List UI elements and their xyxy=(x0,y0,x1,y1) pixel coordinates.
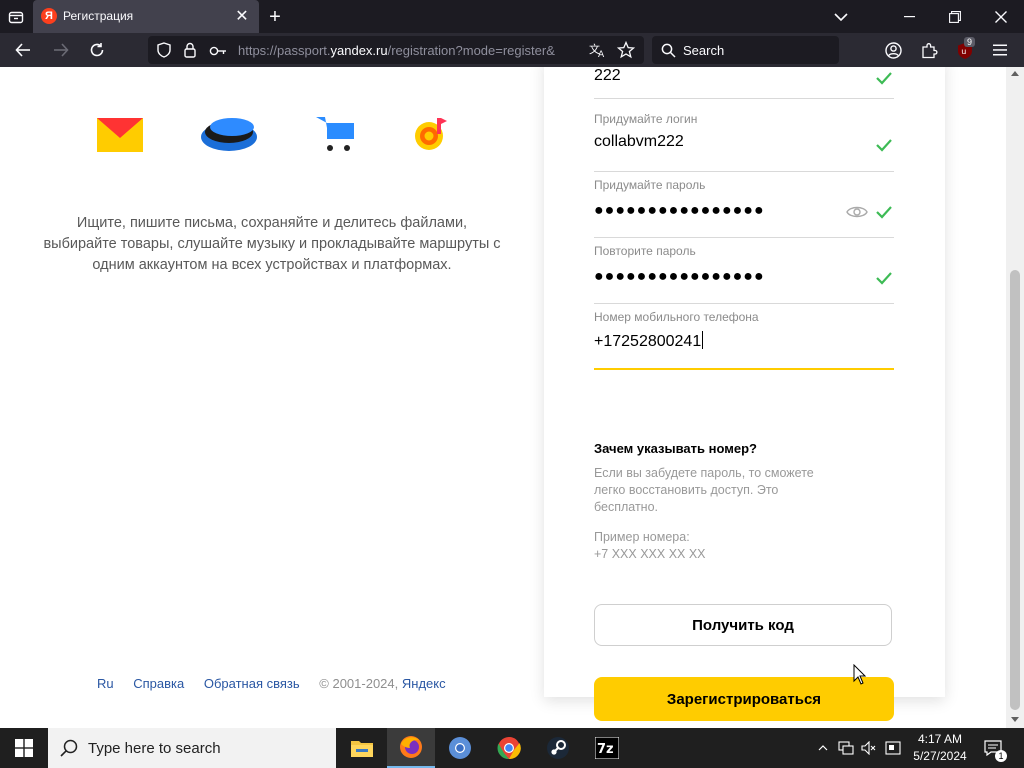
lastname-field[interactable]: 222 xyxy=(594,67,894,99)
svg-text:7z: 7z xyxy=(597,742,614,757)
phone-help-text: Если вы забудете пароль, то сможете легк… xyxy=(594,466,814,514)
password-repeat-field[interactable]: Повторите пароль ●●●●●●●●●●●●●●●● xyxy=(594,244,894,304)
phone-example-label: Пример номера: xyxy=(594,530,690,544)
yandex-music-icon xyxy=(414,115,448,156)
phone-example-value: +7 XXX XXX XX XX xyxy=(594,547,706,561)
reload-icon[interactable] xyxy=(86,39,108,61)
register-button[interactable]: Зарегистрироваться xyxy=(594,677,894,721)
lastname-value[interactable]: 222 xyxy=(594,67,621,85)
chromium-taskbar-icon[interactable] xyxy=(436,728,484,768)
ublock-origin-icon[interactable]: u 9 xyxy=(953,37,977,63)
clock-time: 4:17 AM xyxy=(917,732,963,746)
tab-close-icon[interactable]: ✕ xyxy=(233,6,251,26)
network-icon[interactable] xyxy=(835,728,857,768)
notifications-icon[interactable]: 1 xyxy=(978,728,1008,768)
firefox-taskbar-icon[interactable] xyxy=(387,728,435,768)
address-bar[interactable]: https://passport.yandex.ru/registration?… xyxy=(148,36,644,64)
footer-feedback-link[interactable]: Обратная связь xyxy=(204,676,300,691)
phone-help-title: Зачем указывать номер? xyxy=(594,441,757,456)
notification-count-badge: 1 xyxy=(995,750,1007,762)
windows-taskbar: Type here to search 7z 4:17 AM 5/27/2024… xyxy=(0,728,1024,768)
file-explorer-icon[interactable] xyxy=(338,728,386,768)
taskbar-clock[interactable]: 4:17 AM 5/27/2024 xyxy=(908,731,972,765)
yandex-favicon-icon: Я xyxy=(41,8,57,24)
page-scrollbar[interactable] xyxy=(1006,67,1024,728)
valid-check-icon xyxy=(876,206,892,219)
hamburger-menu-icon[interactable] xyxy=(989,39,1011,61)
text-caret xyxy=(702,331,704,349)
valid-check-icon xyxy=(876,139,892,152)
url-text[interactable]: https://passport.yandex.ru/registration?… xyxy=(238,43,580,58)
footer-copyright: © 2001-2024, Яндекс xyxy=(319,676,446,691)
tab-list-icon[interactable] xyxy=(6,7,26,27)
new-tab-icon[interactable]: + xyxy=(264,6,286,28)
valid-check-icon xyxy=(876,72,892,85)
phone-input[interactable]: +17252800241 xyxy=(594,331,704,351)
search-placeholder: Search xyxy=(683,43,725,58)
tracking-protection-shield-icon[interactable] xyxy=(157,42,171,63)
7zip-taskbar-icon[interactable]: 7z xyxy=(583,728,631,768)
clock-date: 5/27/2024 xyxy=(913,749,967,763)
taskbar-search-icon xyxy=(60,739,78,762)
yandex-mail-icon xyxy=(97,118,143,157)
login-label: Придумайте логин xyxy=(594,112,698,126)
show-password-eye-icon[interactable] xyxy=(846,204,868,220)
footer-brand-link[interactable]: Яндекс xyxy=(402,676,446,691)
promo-text: Ищите, пишите письма, сохраняйте и делит… xyxy=(43,215,501,273)
tab-registration[interactable]: Я Регистрация ✕ xyxy=(33,0,259,33)
extensions-puzzle-icon[interactable] xyxy=(918,39,940,61)
footer-help-link[interactable]: Справка xyxy=(133,676,184,691)
scrollbar-thumb[interactable] xyxy=(1010,270,1020,710)
svg-text:A: A xyxy=(598,50,605,58)
search-bar[interactable]: Search xyxy=(652,36,839,64)
windows-start-icon[interactable] xyxy=(0,728,48,768)
footer-lang-link[interactable]: Ru xyxy=(97,676,114,691)
bookmark-star-icon[interactable] xyxy=(616,40,636,64)
chrome-taskbar-icon[interactable] xyxy=(485,728,533,768)
extension-badge-count: 9 xyxy=(964,37,976,47)
search-icon xyxy=(661,43,676,63)
phone-example: Пример номера: +7 XXX XXX XX XX xyxy=(594,529,706,563)
translate-icon[interactable]: 文A xyxy=(589,42,607,61)
show-hidden-icons-chevron-icon[interactable] xyxy=(812,728,834,768)
key-permissions-icon[interactable] xyxy=(209,44,227,62)
phone-label: Номер мобильного телефона xyxy=(594,310,759,324)
list-all-tabs-icon[interactable] xyxy=(830,7,852,27)
browser-nav-bar: https://passport.yandex.ru/registration?… xyxy=(0,33,1024,67)
valid-check-icon xyxy=(876,272,892,285)
steam-taskbar-icon[interactable] xyxy=(534,728,582,768)
password-label: Придумайте пароль xyxy=(594,178,706,192)
scroll-down-arrow-icon[interactable] xyxy=(1011,717,1019,722)
tab-title: Регистрация xyxy=(63,9,134,23)
registration-form: 222 Придумайте логин collabvm222 Придума… xyxy=(544,67,945,721)
back-icon[interactable] xyxy=(12,39,34,61)
password-field[interactable]: Придумайте пароль ●●●●●●●●●●●●●●●● xyxy=(594,178,894,238)
phone-field[interactable]: Номер мобильного телефона +17252800241 xyxy=(594,310,894,370)
minimize-icon[interactable] xyxy=(890,0,928,33)
lock-icon[interactable] xyxy=(184,42,196,63)
tray-app-icon[interactable] xyxy=(881,728,905,768)
forward-icon xyxy=(50,39,72,61)
scroll-up-arrow-icon[interactable] xyxy=(1011,71,1019,76)
page-content: Ищите, пишите письма, сохраняйте и делит… xyxy=(0,67,1006,728)
close-window-icon[interactable] xyxy=(982,0,1020,33)
login-input[interactable]: collabvm222 xyxy=(594,133,684,151)
login-field[interactable]: Придумайте логин collabvm222 xyxy=(594,112,894,172)
taskbar-search-box[interactable]: Type here to search xyxy=(48,728,336,768)
yandex-market-cart-icon xyxy=(316,115,356,158)
password-input[interactable]: ●●●●●●●●●●●●●●●● xyxy=(594,202,765,220)
account-icon[interactable] xyxy=(882,39,904,61)
yandex-disk-icon xyxy=(200,113,258,158)
volume-muted-icon[interactable] xyxy=(858,728,880,768)
svg-text:u: u xyxy=(961,47,966,56)
get-code-button[interactable]: Получить код xyxy=(594,604,892,646)
page-footer: Ru Справка Обратная связь © 2001-2024, Я… xyxy=(97,676,446,691)
password-repeat-input[interactable]: ●●●●●●●●●●●●●●●● xyxy=(594,268,765,286)
browser-tab-bar: Я Регистрация ✕ + xyxy=(0,0,1024,33)
password-repeat-label: Повторите пароль xyxy=(594,244,696,258)
taskbar-search-placeholder: Type here to search xyxy=(88,740,221,757)
restore-icon[interactable] xyxy=(936,0,974,33)
mouse-cursor-icon xyxy=(853,664,867,685)
